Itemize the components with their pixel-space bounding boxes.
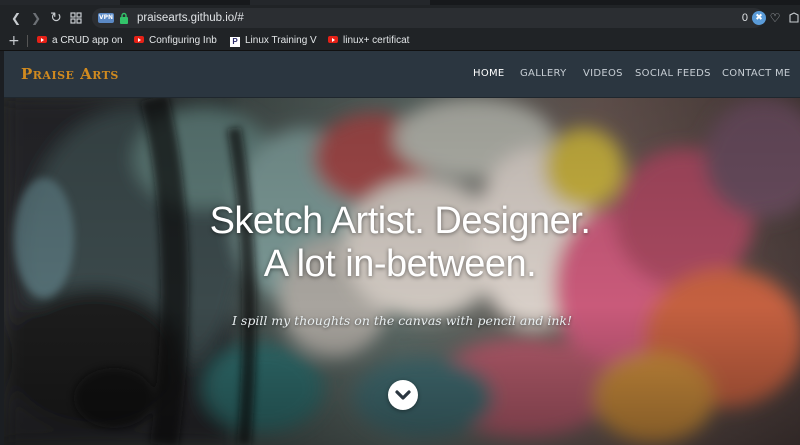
nav-videos[interactable]: VIDEOS	[583, 68, 623, 79]
youtube-icon	[328, 36, 338, 43]
youtube-icon	[37, 36, 47, 43]
site-logo[interactable]: Praise Arts	[21, 65, 119, 83]
chevron-down-icon	[395, 390, 411, 400]
nav-home[interactable]: HOME	[473, 68, 505, 79]
wallet-icon[interactable]	[786, 10, 800, 26]
vpn-badge[interactable]: VPN	[98, 13, 114, 23]
bookmark-item[interactable]: linux+ certificat	[328, 33, 414, 49]
lock-icon[interactable]	[119, 12, 129, 24]
linux-foundation-icon: P	[230, 37, 240, 47]
tabs-grid-icon[interactable]	[68, 10, 84, 26]
hero-headline-line2: A lot in-between.	[263, 243, 537, 285]
bookmark-item[interactable]: a CRUD app on	[37, 33, 125, 49]
shield-icon[interactable]: ✖	[752, 11, 766, 25]
nav-gallery[interactable]: GALLERY	[520, 68, 567, 79]
youtube-icon	[134, 36, 144, 43]
bookmark-item[interactable]: Configuring Inb	[134, 33, 220, 49]
nav-social-feeds[interactable]: SOCIAL FEEDS	[635, 68, 711, 79]
address-toolbar: ❮ ❯ ↻ VPN praisearts.github.io/# 0 ✖ ♡	[0, 5, 800, 31]
blocked-count: 0	[741, 12, 748, 24]
bookmarks-bar: + a CRUD app on Configuring Inb P Linux T…	[0, 31, 800, 51]
url-bar[interactable]: VPN praisearts.github.io/# 0 ✖	[92, 8, 766, 28]
hero-section: Sketch Artist. Designer. A lot in-betwee…	[4, 98, 800, 445]
bookmark-item[interactable]: P Linux Training V	[230, 33, 318, 49]
heart-icon[interactable]: ♡	[767, 10, 783, 26]
hero-tagline: I spill my thoughts on the canvas with p…	[232, 313, 572, 328]
add-bookmark-icon[interactable]: +	[8, 32, 20, 50]
url-text[interactable]: praisearts.github.io/#	[137, 10, 244, 26]
scroll-down-button[interactable]	[388, 380, 418, 410]
forward-icon[interactable]: ❯	[28, 10, 44, 26]
page-viewport: Praise Arts HOME GALLERY VIDEOS SOCIAL F…	[4, 51, 800, 445]
site-navbar: Praise Arts HOME GALLERY VIDEOS SOCIAL F…	[4, 51, 800, 98]
hero-headline-line1: Sketch Artist. Designer.	[209, 200, 591, 242]
back-icon[interactable]: ❮	[8, 10, 24, 26]
divider	[27, 35, 28, 47]
reload-icon[interactable]: ↻	[48, 10, 64, 26]
nav-contact-me[interactable]: CONTACT ME	[722, 68, 791, 79]
